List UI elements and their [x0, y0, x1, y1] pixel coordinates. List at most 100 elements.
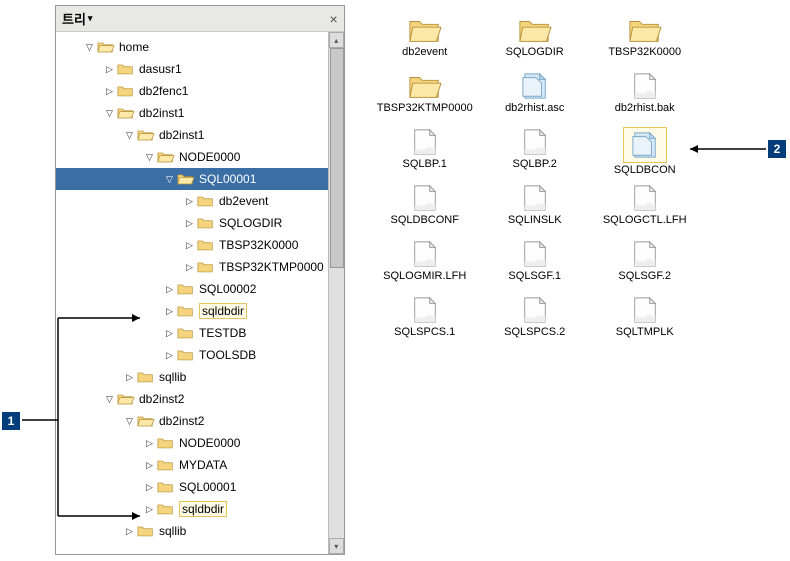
tree-node-label: SQL00002 — [199, 282, 256, 296]
tree-node-label: db2fenc1 — [139, 84, 188, 98]
expander-icon[interactable]: ▷ — [164, 328, 175, 339]
tree-node[interactable]: ▷TBSP32K0000 — [56, 234, 328, 256]
file-item[interactable]: db2event — [370, 15, 480, 71]
expander-icon[interactable]: ▽ — [124, 130, 135, 141]
tree-node-label: dasusr1 — [139, 62, 182, 76]
file-item[interactable]: SQLBP.2 — [480, 127, 590, 183]
tree-node[interactable]: ▽ db2inst1 — [56, 102, 328, 124]
tree-node[interactable]: ▷ SQL00002 — [56, 278, 328, 300]
expander-icon[interactable]: ▷ — [184, 262, 195, 273]
file-item[interactable]: TBSP32K0000 — [590, 15, 700, 71]
tree-node[interactable]: ▷ NODE0000 — [56, 432, 328, 454]
tree-node[interactable]: ▽db2inst2 — [56, 410, 328, 432]
expander-icon[interactable]: ▷ — [164, 350, 175, 361]
expander-icon[interactable]: ▽ — [124, 416, 135, 427]
file-item[interactable]: SQLBP.1 — [370, 127, 480, 183]
file-item[interactable]: SQLDBCONF — [370, 183, 480, 239]
tree-node-label: SQLOGDIR — [219, 216, 282, 230]
tree-node[interactable]: ▷TBSP32KTMP0000 — [56, 256, 328, 278]
tree-node[interactable]: ▽db2inst2 — [56, 388, 328, 410]
file-item[interactable]: db2rhist.asc — [480, 71, 590, 127]
tree-node[interactable]: ▷TOOLSDB — [56, 344, 328, 366]
folder-icon — [407, 15, 443, 45]
file-item[interactable]: SQLDBCON — [590, 127, 700, 183]
expander-icon[interactable]: ▽ — [144, 152, 155, 163]
expander-icon[interactable]: ▷ — [124, 526, 135, 537]
tree-node[interactable]: ▷SQL00001 — [56, 476, 328, 498]
expander-icon[interactable]: ▷ — [144, 504, 155, 515]
expander-icon[interactable]: ▷ — [164, 306, 175, 317]
expander-icon[interactable]: ▽ — [164, 174, 175, 185]
expander-icon[interactable]: ▷ — [184, 218, 195, 229]
file-label: SQLOGMIR.LFH — [383, 270, 466, 282]
file-label: SQLDBCONF — [390, 214, 458, 226]
tree-node[interactable]: ▷ sqldbdir — [56, 498, 328, 520]
tree-node[interactable]: ▷TESTDB — [56, 322, 328, 344]
folder-icon — [407, 71, 443, 101]
callout-1: 1 — [2, 412, 20, 430]
file-item[interactable]: SQLSPCS.1 — [370, 295, 480, 351]
tree-node[interactable]: ▷ SQLOGDIR — [56, 212, 328, 234]
expander-icon[interactable]: ▷ — [124, 372, 135, 383]
file-label: SQLDBCON — [614, 164, 676, 176]
tree-node[interactable]: ▷sqldbdir — [56, 300, 328, 322]
file-item[interactable]: SQLOGDIR — [480, 15, 590, 71]
expander-icon[interactable]: ▽ — [104, 394, 115, 405]
tree-node[interactable]: ▽SQL00001 — [56, 168, 328, 190]
file-item[interactable]: TBSP32KTMP0000 — [370, 71, 480, 127]
expander-icon[interactable]: ▷ — [144, 482, 155, 493]
file-item[interactable]: SQLTMPLK — [590, 295, 700, 351]
tree-node-label: sqldbdir — [179, 501, 227, 517]
tree-node-label: db2inst1 — [139, 106, 184, 120]
tree-node[interactable]: ▽db2inst1 — [56, 124, 328, 146]
tree-node[interactable]: ▷db2event — [56, 190, 328, 212]
file-icon — [407, 127, 443, 157]
file-icon — [517, 183, 553, 213]
expander-icon[interactable]: ▽ — [84, 42, 95, 53]
expander-icon[interactable]: ▷ — [144, 438, 155, 449]
expander-icon[interactable]: ▷ — [184, 240, 195, 251]
file-icon — [517, 239, 553, 269]
scroll-thumb[interactable] — [330, 48, 344, 268]
close-icon[interactable]: × — [330, 11, 338, 27]
tree-node[interactable]: ▷ dasusr1 — [56, 58, 328, 80]
tree-node[interactable]: ▷sqllib — [56, 366, 328, 388]
expander-icon[interactable]: ▷ — [104, 64, 115, 75]
folder-closed-icon — [157, 502, 175, 517]
file-item[interactable]: SQLSGF.1 — [480, 239, 590, 295]
folder-closed-icon — [117, 62, 135, 77]
file-label: SQLSGF.2 — [618, 270, 671, 282]
tree-node[interactable]: ▷ db2fenc1 — [56, 80, 328, 102]
file-item[interactable]: SQLSPCS.2 — [480, 295, 590, 351]
tree-node-label: sqllib — [159, 524, 186, 538]
file-item[interactable]: SQLSGF.2 — [590, 239, 700, 295]
scroll-down-button[interactable]: ▾ — [329, 538, 344, 554]
expander-icon[interactable]: ▷ — [184, 196, 195, 207]
folder-open-icon — [97, 40, 115, 55]
file-label: SQLINSLK — [508, 214, 562, 226]
tree-node-label: NODE0000 — [179, 150, 240, 164]
tree-node[interactable]: ▷ sqllib — [56, 520, 328, 542]
folder-open-icon — [177, 172, 195, 187]
expander-icon[interactable]: ▷ — [104, 86, 115, 97]
scroll-up-button[interactable]: ▴ — [329, 32, 344, 48]
expander-icon[interactable]: ▷ — [164, 284, 175, 295]
tree-node-label: NODE0000 — [179, 436, 240, 450]
file-item[interactable]: db2rhist.bak — [590, 71, 700, 127]
file-icon — [407, 295, 443, 325]
folder-closed-icon — [177, 304, 195, 319]
tree-title[interactable]: 트리 ▾ — [62, 9, 92, 28]
tree-panel: 트리 ▾ × ▽home▷dasusr1▷db2fenc1▽db2inst1▽d… — [55, 5, 345, 555]
file-blue-icon — [517, 71, 553, 101]
scrollbar[interactable]: ▴ ▾ — [328, 32, 344, 554]
file-item[interactable]: SQLINSLK — [480, 183, 590, 239]
file-item[interactable]: SQLOGMIR.LFH — [370, 239, 480, 295]
file-item[interactable]: SQLOGCTL.LFH — [590, 183, 700, 239]
tree-node[interactable]: ▽home — [56, 36, 328, 58]
file-icon — [627, 295, 663, 325]
folder-closed-icon — [157, 436, 175, 451]
tree-node[interactable]: ▷MYDATA — [56, 454, 328, 476]
expander-icon[interactable]: ▷ — [144, 460, 155, 471]
expander-icon[interactable]: ▽ — [104, 108, 115, 119]
tree-node[interactable]: ▽ NODE0000 — [56, 146, 328, 168]
